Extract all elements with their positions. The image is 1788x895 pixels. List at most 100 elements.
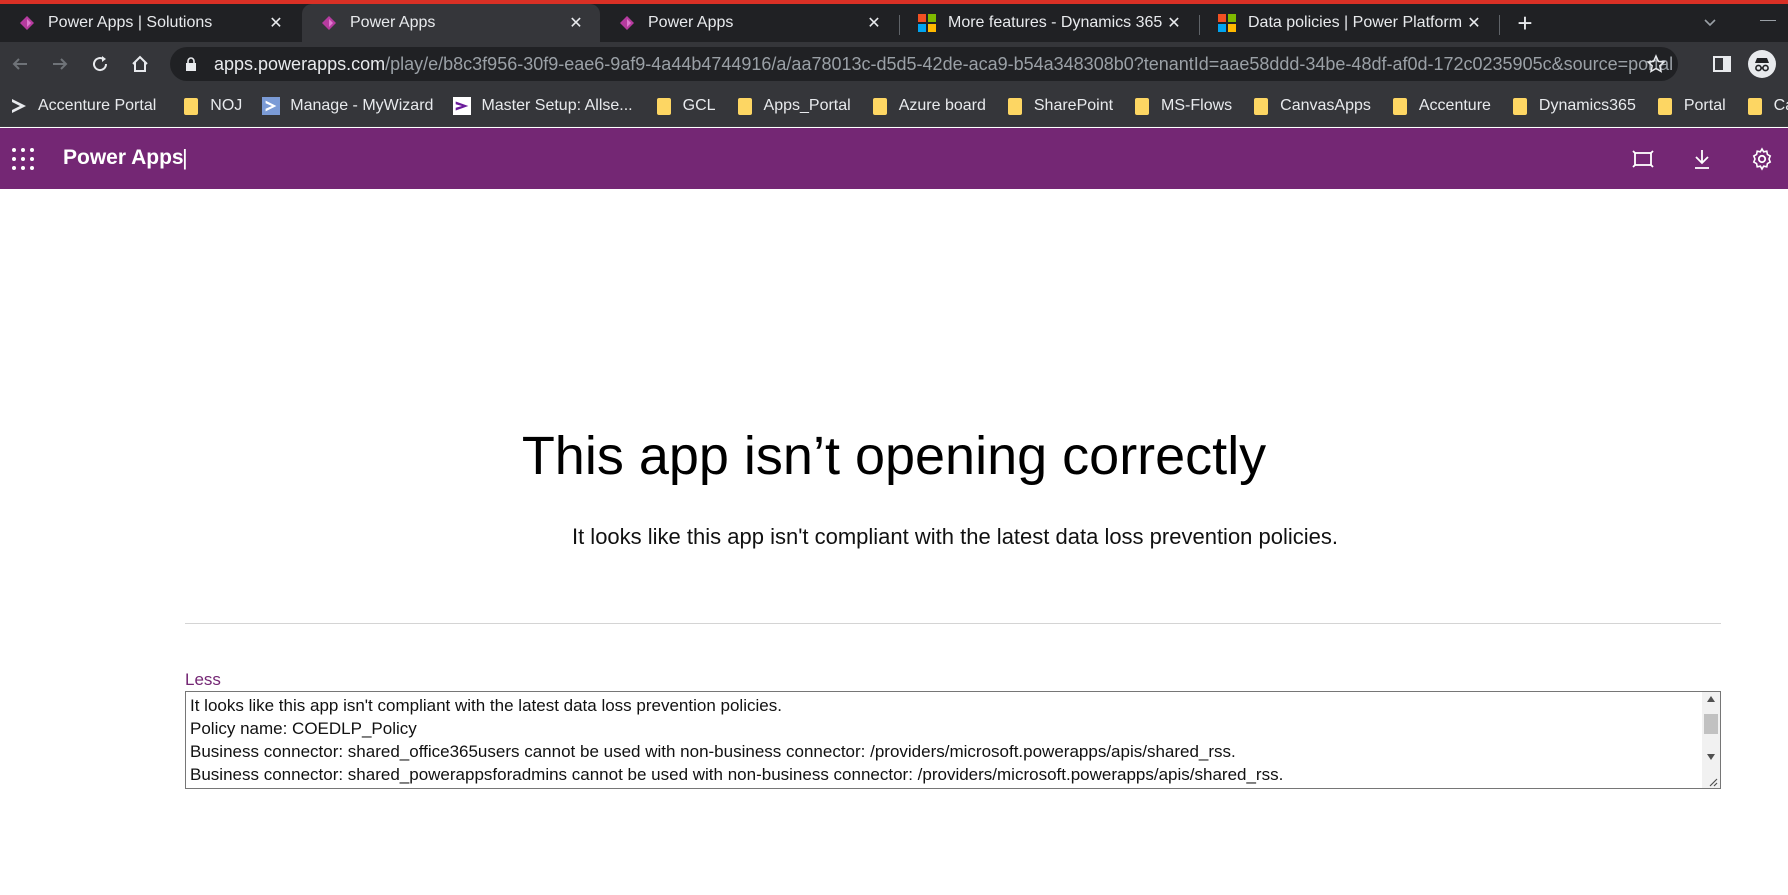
bookmark-ms-flows[interactable]: MS-Flows [1133,97,1232,115]
address-bar[interactable]: apps.powerapps.com/play/e/b8c3f956-30f9-… [170,47,1678,81]
folder-icon [1006,97,1024,115]
bookmark-label: Manage - MyWizard [290,97,434,114]
chevron-down-icon[interactable] [1700,12,1720,32]
tab-title: Data policies | Power Platform ad [1248,14,1464,31]
bookmark-label: Portal [1683,97,1726,114]
divider [185,623,1721,624]
power-apps-icon [18,14,36,32]
folder-icon [182,97,200,115]
scroll-thumb[interactable] [1704,714,1718,734]
tab-power-apps[interactable]: Power Apps ✕ [600,4,898,42]
bookmark-label: CanvasApps [1280,97,1371,114]
forward-arrow-icon[interactable] [48,52,72,76]
tab-separator [1499,15,1500,35]
app-launcher-waffle-icon[interactable] [12,148,34,170]
bookmark-label: Master Setup: Allse... [481,97,633,114]
folder-icon [871,97,889,115]
settings-gear-icon[interactable] [1750,147,1774,171]
close-icon[interactable]: ✕ [566,13,586,33]
incognito-profile-icon[interactable] [1748,50,1776,78]
bookmark-label: SharePoint [1033,97,1114,114]
tab-power-apps-solutions[interactable]: Power Apps | Solutions ✕ [0,4,300,42]
bookmark-label: NOJ [210,97,243,114]
bookmark-star-icon[interactable] [1646,54,1666,74]
error-message: It looks like this app isn't compliant w… [571,524,1339,549]
folder-icon [1511,97,1529,115]
details-line: Business connector: shared_powerappsfora… [190,765,1284,784]
bookmark-azure-board[interactable]: Azure board [871,97,986,115]
fit-to-screen-icon[interactable] [1631,147,1655,171]
accenture-icon [10,97,28,115]
url-text: apps.powerapps.com/play/e/b8c3f956-30f9-… [214,54,1673,75]
bookmark-canvasapps[interactable]: CanvasApps [1252,97,1371,115]
bookmark-label: MS-Flows [1161,97,1233,114]
new-tab-plus-icon[interactable]: + [1512,10,1538,36]
bookmark-label: Dynamics365 [1538,97,1636,114]
bookmark-label: Apps_Portal [763,97,851,114]
folder-icon [1391,97,1409,115]
tab-data-policies[interactable]: Data policies | Power Platform ad ✕ [1200,4,1498,42]
url-path: /play/e/b8c3f956-30f9-eae6-9af9-4a44b474… [385,53,1674,74]
bookmarks-bar: Accenture Portal NOJ Manage - MyWizard M… [0,86,1788,127]
close-icon[interactable]: ✕ [266,13,286,33]
lock-icon[interactable] [184,57,198,71]
app-title: Power Apps [63,146,184,169]
bookmark-label: GCL [682,97,716,114]
url-host: apps.powerapps.com [214,53,386,74]
bookmark-noj[interactable]: NOJ [182,97,242,115]
close-icon[interactable]: ✕ [1164,13,1184,33]
power-apps-icon [320,14,338,32]
browser-toolbar: apps.powerapps.com/play/e/b8c3f956-30f9-… [0,42,1788,86]
tab-title: Power Apps [350,14,436,31]
download-icon[interactable] [1690,147,1714,171]
bookmark-carnival[interactable]: Carnival [1746,97,1788,115]
tab-more-features-dynamics[interactable]: More features - Dynamics 365 ✕ [900,4,1198,42]
folder-icon [736,97,754,115]
folder-icon [655,97,673,115]
reload-icon[interactable] [88,52,112,76]
less-toggle-link[interactable]: Less [185,670,221,690]
close-icon[interactable]: ✕ [1464,13,1484,33]
tab-strip: Power Apps | Solutions ✕ Power Apps ✕ Po… [0,4,1788,42]
bookmark-label: Accenture [1418,97,1491,114]
home-icon[interactable] [128,52,152,76]
bookmark-label: Accenture Portal [38,97,157,114]
bookmark-label: Azure board [898,97,986,114]
bookmark-portal[interactable]: Portal [1656,97,1726,115]
bookmark-accenture-portal[interactable]: Accenture Portal [10,97,156,115]
back-arrow-icon[interactable] [8,52,32,76]
microsoft-logo-icon [1218,14,1236,32]
tab-title: Power Apps [648,14,734,31]
folder-icon [1252,97,1270,115]
tab-power-apps-active[interactable]: Power Apps ✕ [302,4,600,42]
details-line: Business connector: shared_office365user… [190,742,1236,761]
bookmark-sharepoint[interactable]: SharePoint [1006,97,1113,115]
scroll-down-arrow-icon[interactable] [1707,754,1715,760]
error-details-lines: It looks like this app isn't compliant w… [186,694,1283,786]
app-header: Power Apps | [0,128,1788,189]
folder-icon [1133,97,1151,115]
details-scrollbar[interactable] [1702,692,1720,788]
bookmark-gcl[interactable]: GCL [655,97,716,115]
side-panel-icon[interactable] [1712,54,1732,74]
minimize-icon[interactable] [1760,20,1776,21]
title-separator: | [182,145,188,170]
error-details-textarea[interactable]: It looks like this app isn't compliant w… [185,691,1721,789]
bookmark-manage-mywizard[interactable]: Manage - MyWizard [262,97,433,115]
mywizard-icon [262,97,281,115]
tab-title: Power Apps | Solutions [48,14,213,31]
close-icon[interactable]: ✕ [864,13,884,33]
bookmark-accenture[interactable]: Accenture [1391,97,1491,115]
details-line: Policy name: COEDLP_Policy [190,719,417,738]
error-heading: This app isn’t opening correctly [521,426,1267,486]
power-apps-icon [618,14,636,32]
details-line: It looks like this app isn't compliant w… [190,696,782,715]
scroll-up-arrow-icon[interactable] [1707,696,1715,702]
allsec-icon [453,97,472,115]
bookmark-dynamics365[interactable]: Dynamics365 [1511,97,1636,115]
folder-icon [1746,97,1764,115]
resize-grip-icon[interactable] [1706,774,1718,787]
bookmark-apps-portal[interactable]: Apps_Portal [736,97,851,115]
folder-icon [1656,97,1674,115]
bookmark-master-setup[interactable]: Master Setup: Allse... [453,97,633,115]
